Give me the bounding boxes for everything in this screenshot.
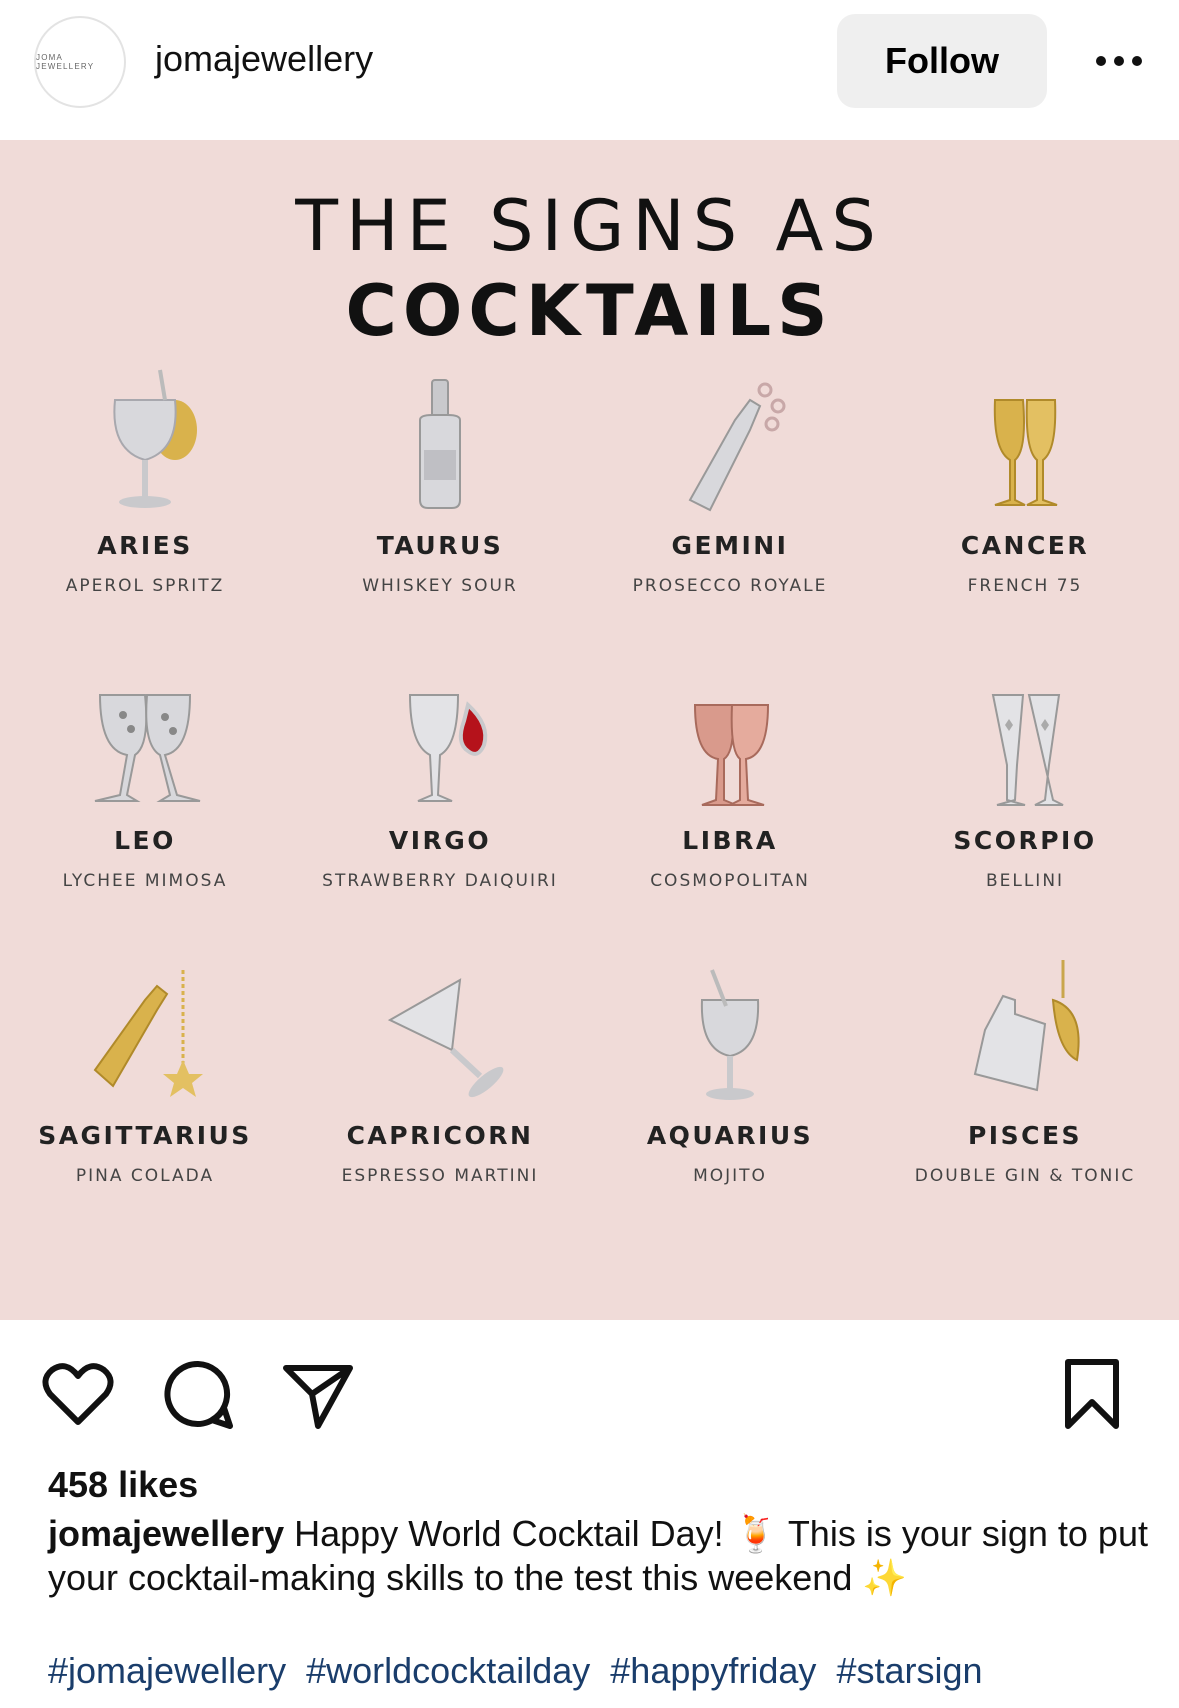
post-title-line1: THE SIGNS AS <box>295 185 884 267</box>
username[interactable]: jomajewellery <box>155 38 373 80</box>
action-bar <box>0 1320 1179 1460</box>
hashtag-link[interactable]: #starsign <box>836 1650 982 1691</box>
avatar[interactable]: JOMA JEWELLERY <box>34 16 126 108</box>
post-title-line2: COCKTAILS <box>345 270 834 352</box>
hashtags: #jomajewellery #worldcocktailday #happyf… <box>48 1650 993 1692</box>
drink-name: APEROL SPRITZ <box>65 576 225 596</box>
drink-name: PROSECCO ROYALE <box>632 576 828 596</box>
drink-name: WHISKEY SOUR <box>362 576 518 596</box>
champagne-bottle-charm-icon <box>688 382 786 512</box>
share-icon[interactable] <box>280 1356 356 1432</box>
gin-bottle-lemon-charm-icon <box>973 960 1080 1092</box>
caption-username[interactable]: jomajewellery <box>48 1513 284 1554</box>
drink-name: LYCHEE MIMOSA <box>62 871 228 891</box>
drink-name: PINA COLADA <box>75 1166 215 1186</box>
caption-text-1: Happy World Cocktail Day! <box>284 1513 734 1554</box>
sign-name: AQUARIUS <box>646 1121 814 1150</box>
sign-name: ARIES <box>97 531 193 560</box>
crystal-glasses-charm-icon <box>94 694 201 802</box>
sign-cell-gemini: GEMINI PROSECCO ROYALE <box>585 360 875 596</box>
drink-name: STRAWBERRY DAIQUIRI <box>322 871 558 891</box>
caption: jomajewellery Happy World Cocktail Day! … <box>48 1512 1148 1600</box>
hashtag-link[interactable]: #worldcocktailday <box>306 1650 590 1691</box>
comment-icon[interactable] <box>160 1356 236 1432</box>
drink-name: ESPRESSO MARTINI <box>341 1166 539 1186</box>
hashtag-link[interactable]: #jomajewellery <box>48 1650 286 1691</box>
heart-icon[interactable] <box>40 1356 116 1432</box>
sign-name: SAGITTARIUS <box>38 1121 252 1150</box>
post-image[interactable]: THE SIGNS AS COCKTAILS ARIES APEROL SPRI… <box>0 140 1179 1320</box>
sign-name: TAURUS <box>376 531 504 560</box>
more-options-icon[interactable] <box>1084 44 1154 78</box>
avatar-logo-text: JOMA JEWELLERY <box>36 53 95 71</box>
drink-name: MOJITO <box>693 1166 767 1186</box>
goblet-charm-icon <box>700 969 760 1100</box>
sign-cell-sagittarius: SAGITTARIUS PINA COLADA <box>0 950 290 1186</box>
sign-name: CANCER <box>960 531 1090 560</box>
sign-cell-leo: LEO LYCHEE MIMOSA <box>0 655 290 891</box>
sparkles-emoji: ✨ <box>862 1557 908 1598</box>
drink-name: FRENCH 75 <box>967 576 1083 596</box>
sign-name: LEO <box>114 826 176 855</box>
sign-cell-cancer: CANCER FRENCH 75 <box>880 360 1170 596</box>
follow-button[interactable]: Follow <box>837 14 1047 108</box>
sign-name: SCORPIO <box>953 826 1097 855</box>
sign-name: CAPRICORN <box>346 1121 534 1150</box>
sign-cell-scorpio: SCORPIO BELLINI <box>880 655 1170 891</box>
hashtag-link[interactable]: #happyfriday <box>610 1650 816 1691</box>
sign-name: VIRGO <box>388 826 492 855</box>
tropical-drink-emoji: 🍹 <box>733 1513 779 1554</box>
sign-name: LIBRA <box>682 826 778 855</box>
sign-cell-virgo: VIRGO STRAWBERRY DAIQUIRI <box>295 655 585 891</box>
likes-count[interactable]: 458 likes <box>48 1464 198 1506</box>
gold-bottle-star-charm-icon <box>93 970 203 1097</box>
sign-cell-aries: ARIES APEROL SPRITZ <box>0 360 290 596</box>
post-header: JOMA JEWELLERY jomajewellery Follow <box>0 0 1179 140</box>
rose-gold-glasses-charm-icon <box>693 704 770 806</box>
bookmark-icon[interactable] <box>1054 1356 1130 1432</box>
sign-name: PISCES <box>967 1121 1083 1150</box>
drink-name: COSMOPOLITAN <box>650 871 810 891</box>
sign-name: GEMINI <box>671 531 789 560</box>
silver-flutes-charm-icon <box>991 694 1064 806</box>
glass-ruby-charm-icon <box>408 694 488 802</box>
drink-name: BELLINI <box>985 871 1065 891</box>
martini-glass-charm-icon <box>387 978 504 1098</box>
gold-flutes-charm-icon <box>993 399 1058 506</box>
bottle-charm-icon <box>419 379 461 509</box>
sign-cell-taurus: TAURUS WHISKEY SOUR <box>295 360 585 596</box>
drink-name: DOUBLE GIN & TONIC <box>914 1166 1136 1186</box>
sign-cell-aquarius: AQUARIUS MOJITO <box>585 950 875 1186</box>
wine-glass-charm-icon <box>113 369 197 508</box>
sign-cell-libra: LIBRA COSMOPOLITAN <box>585 655 875 891</box>
sign-cell-pisces: PISCES DOUBLE GIN & TONIC <box>880 950 1170 1186</box>
sign-cell-capricorn: CAPRICORN ESPRESSO MARTINI <box>295 950 585 1186</box>
